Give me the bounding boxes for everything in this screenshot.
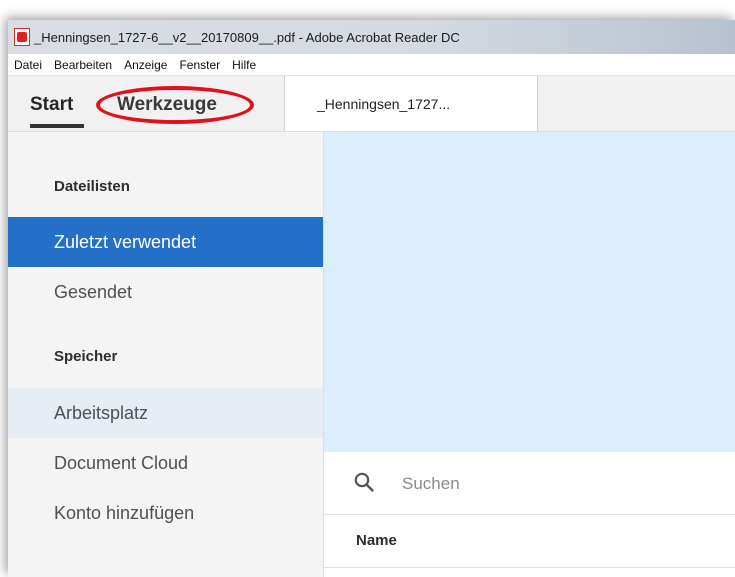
- search-icon: [354, 472, 374, 492]
- menu-bar: Datei Bearbeiten Anzeige Fenster Hilfe: [8, 54, 735, 76]
- sidebar-heading-file-lists: Dateilisten: [54, 178, 130, 195]
- sidebar-item-document-cloud[interactable]: Document Cloud: [8, 438, 323, 488]
- search-input[interactable]: Suchen: [402, 474, 460, 494]
- tab-document-label: _Henningsen_1727...: [317, 96, 451, 112]
- menu-datei[interactable]: Datei: [8, 58, 48, 72]
- tab-bar: Start Werkzeuge _Henningsen_1727...: [8, 76, 735, 132]
- sidebar-item-sent[interactable]: Gesendet: [8, 267, 323, 317]
- tab-start[interactable]: Start: [30, 94, 73, 116]
- search-bar[interactable]: Suchen: [324, 452, 735, 515]
- column-header-name[interactable]: Name: [356, 532, 397, 549]
- sidebar-item-add-account[interactable]: Konto hinzufügen: [8, 488, 323, 538]
- menu-anzeige[interactable]: Anzeige: [118, 58, 173, 72]
- window-title: _Henningsen_1727-6__v2__20170809__.pdf -…: [34, 29, 460, 45]
- menu-hilfe[interactable]: Hilfe: [226, 58, 262, 72]
- sidebar-heading-storage: Speicher: [54, 348, 118, 365]
- menu-bearbeiten[interactable]: Bearbeiten: [48, 58, 118, 72]
- tab-tools[interactable]: Werkzeuge: [117, 94, 217, 116]
- info-banner: [324, 132, 735, 452]
- menu-fenster[interactable]: Fenster: [173, 58, 226, 72]
- acrobat-app-icon: [14, 28, 30, 46]
- sidebar-item-my-computer[interactable]: Arbeitsplatz: [8, 388, 323, 438]
- sidebar: Dateilisten Zuletzt verwendet Gesendet S…: [8, 132, 324, 577]
- acrobat-window: _Henningsen_1727-6__v2__20170809__.pdf -…: [8, 20, 735, 577]
- tab-document[interactable]: _Henningsen_1727...: [284, 76, 538, 131]
- title-bar: _Henningsen_1727-6__v2__20170809__.pdf -…: [8, 20, 735, 54]
- file-list-header: Name: [324, 515, 735, 568]
- sidebar-item-recent[interactable]: Zuletzt verwendet: [8, 217, 323, 267]
- active-tab-indicator: [30, 124, 84, 128]
